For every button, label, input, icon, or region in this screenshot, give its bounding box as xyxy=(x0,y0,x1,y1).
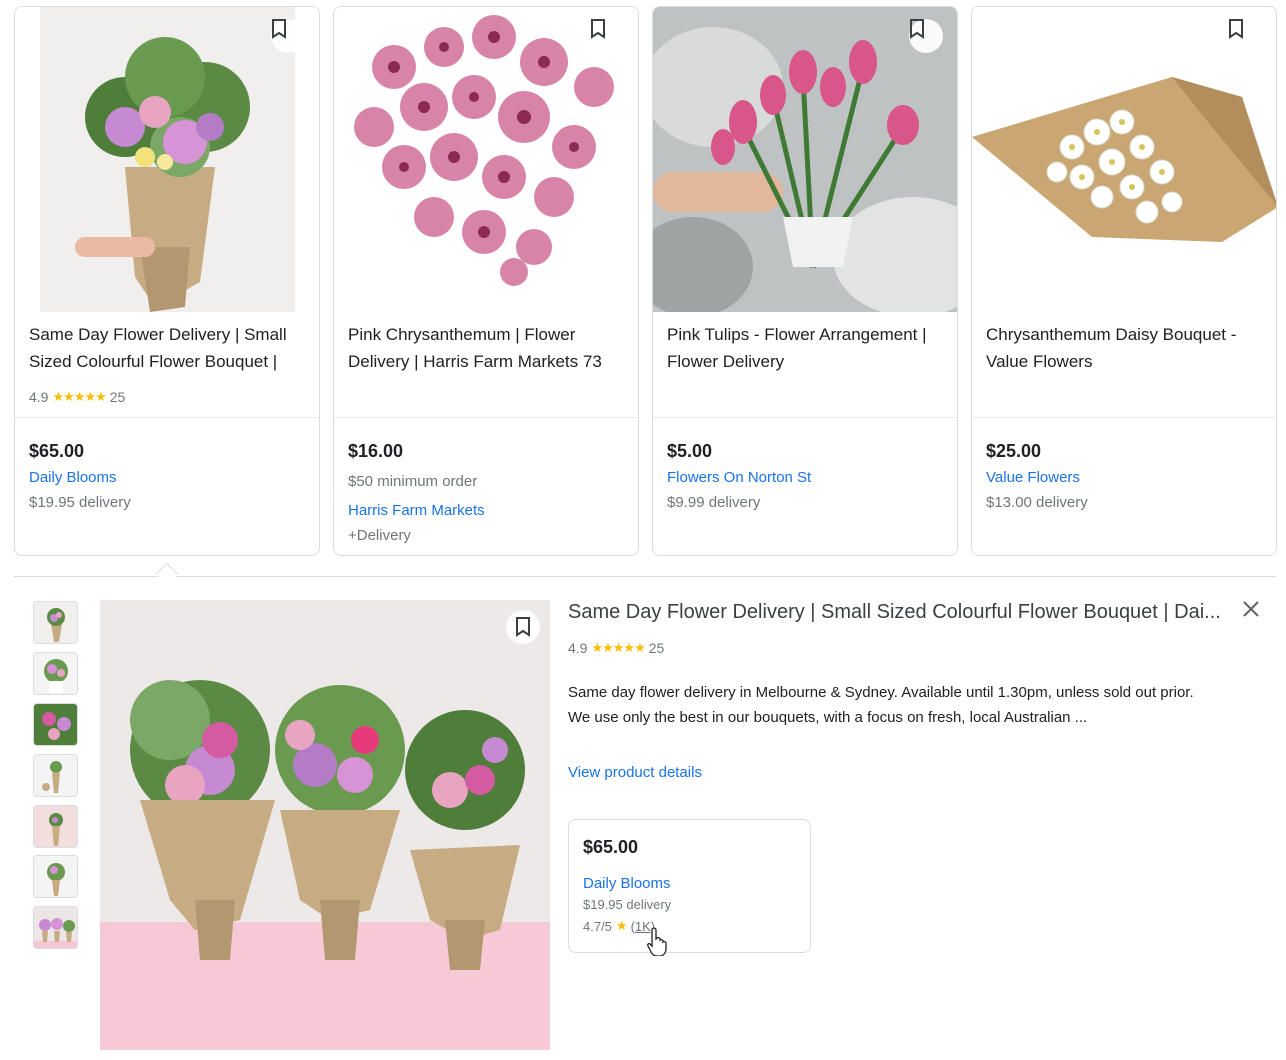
thumbnail-6[interactable] xyxy=(33,855,78,898)
description-line-1: Same day flower delivery in Melbourne & … xyxy=(568,684,1194,701)
delivery-text: $9.99 delivery xyxy=(667,494,761,511)
product-title[interactable]: Chrysanthemum Daisy Bouquet - Value Flow… xyxy=(986,321,1264,375)
product-price: $65.00 xyxy=(29,441,85,461)
seller-link[interactable]: Value Flowers xyxy=(986,469,1080,486)
offer-seller-link[interactable]: Daily Blooms xyxy=(583,875,671,892)
bookmark-icon[interactable] xyxy=(590,19,624,53)
rating-value: 4.9 xyxy=(29,389,49,405)
bookmark-icon[interactable] xyxy=(1228,19,1262,53)
seller-rating-value: 4.7/5 xyxy=(583,918,612,934)
seller-link[interactable]: Harris Farm Markets xyxy=(348,502,485,519)
divider xyxy=(334,417,638,418)
seller-offer-card[interactable]: $65.00 Daily Blooms $19.95 delivery 4.7/… xyxy=(568,819,811,953)
divider xyxy=(653,417,957,418)
thumbnail-5[interactable] xyxy=(33,805,78,848)
bookmark-icon[interactable] xyxy=(909,19,943,53)
delivery-text: +Delivery xyxy=(348,527,411,544)
description-line-2: We use only the best in our bouquets, wi… xyxy=(568,709,1088,726)
rating-value: 4.9 xyxy=(568,640,588,656)
selected-card-pointer xyxy=(155,562,179,586)
seller-link[interactable]: Daily Blooms xyxy=(29,469,117,486)
product-title[interactable]: Same Day Flower Delivery | Small Sized C… xyxy=(29,321,307,375)
detail-description: Same day flower delivery in Melbourne & … xyxy=(568,680,1248,730)
product-card-4[interactable]: Chrysanthemum Daisy Bouquet - Value Flow… xyxy=(971,6,1277,556)
offer-delivery-text: $19.95 delivery xyxy=(583,897,672,912)
product-card-3[interactable]: Pink Tulips - Flower Arrangement | Flowe… xyxy=(652,6,958,556)
product-price: $5.00 xyxy=(667,441,713,461)
detail-rating: 4.9 ★★★★★ 25 xyxy=(568,640,664,656)
hand-cursor-icon xyxy=(647,927,667,956)
product-price: $16.00 xyxy=(348,441,404,461)
product-rating: 4.9 ★★★★★ 25 xyxy=(29,389,125,405)
divider xyxy=(972,417,1276,418)
detail-title: Same Day Flower Delivery | Small Sized C… xyxy=(568,601,1221,623)
thumbnail-2[interactable] xyxy=(33,652,78,695)
seller-rating: 4.7/5 ★ (1K) xyxy=(583,918,655,934)
product-card-2[interactable]: Pink Chrysanthemum | Flower Delivery | H… xyxy=(333,6,639,556)
bookmark-icon[interactable] xyxy=(271,19,305,53)
divider xyxy=(15,417,319,418)
product-price: $25.00 xyxy=(986,441,1042,461)
thumbnail-7[interactable] xyxy=(33,906,78,949)
delivery-text: $13.00 delivery xyxy=(986,494,1088,511)
star-icon: ★★★★★ xyxy=(591,640,645,655)
view-product-details-link[interactable]: View product details xyxy=(568,764,702,781)
thumbnail-1[interactable] xyxy=(33,601,78,644)
close-icon[interactable] xyxy=(1238,596,1264,622)
product-image-3[interactable] xyxy=(653,7,957,312)
product-card-1[interactable]: Same Day Flower Delivery | Small Sized C… xyxy=(14,6,320,556)
main-product-image[interactable] xyxy=(100,600,550,1050)
product-image-2[interactable] xyxy=(334,7,638,312)
star-icon: ★ xyxy=(615,918,628,933)
minimum-order-text: $50 minimum order xyxy=(348,473,478,490)
review-count: 25 xyxy=(109,389,126,405)
star-icon: ★★★★★ xyxy=(52,389,106,404)
bookmark-icon[interactable] xyxy=(506,610,540,644)
seller-link[interactable]: Flowers On Norton St xyxy=(667,469,811,486)
section-divider xyxy=(14,576,1276,577)
product-image-1[interactable] xyxy=(15,7,319,312)
delivery-text: $19.95 delivery xyxy=(29,494,131,511)
thumbnail-3[interactable] xyxy=(33,703,78,746)
review-count: 25 xyxy=(648,640,665,656)
offer-price: $65.00 xyxy=(583,837,639,857)
thumbnail-4[interactable] xyxy=(33,754,78,797)
product-image-4[interactable] xyxy=(972,7,1276,312)
product-title[interactable]: Pink Chrysanthemum | Flower Delivery | H… xyxy=(348,321,626,375)
product-title[interactable]: Pink Tulips - Flower Arrangement | Flowe… xyxy=(667,321,945,375)
